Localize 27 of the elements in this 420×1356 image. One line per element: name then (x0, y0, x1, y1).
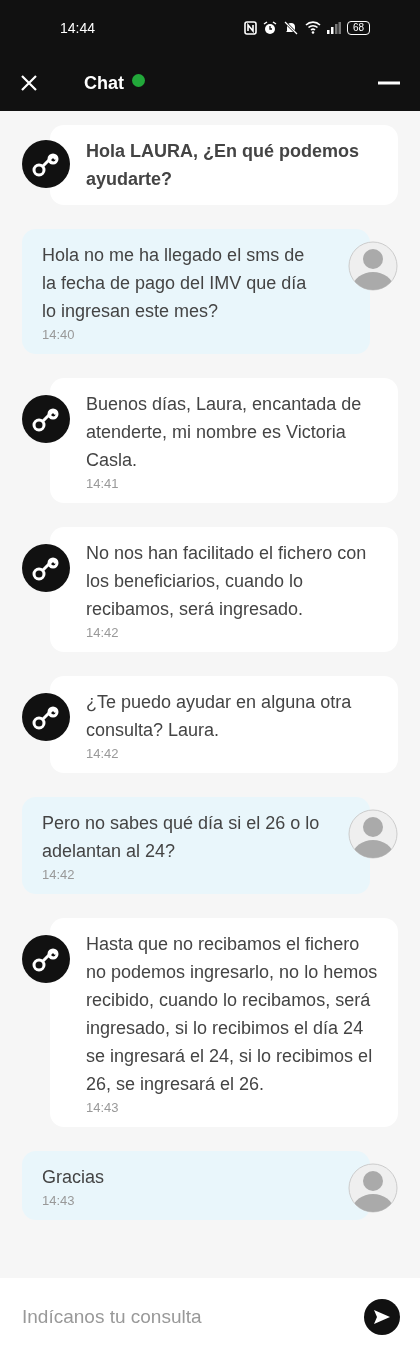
minimize-icon[interactable] (378, 81, 400, 85)
message-text: Hasta que no recibamos el fichero no podemos ingresarlo, no lo hemos recibido, cuando lo recibamos, será ingresado, si lo recibimos el día 24 se ingresará el 24, si lo recibimos el 26, se ingresará el 26. (86, 933, 379, 1096)
message-text: Gracias (42, 1166, 105, 1189)
message-time: 14:40 (42, 327, 76, 342)
message-text: Buenos días, Laura, encantada de atenderte, mi nombre es Victoria Casla. (86, 393, 363, 472)
nfc-icon (243, 20, 257, 35)
wifi-icon (304, 21, 321, 34)
message-time: 14:41 (86, 476, 120, 491)
message-text: Pero no sabes qué día si el 26 o lo adelantan al 24? (42, 812, 320, 863)
message-time: 14:42 (86, 746, 120, 761)
chat-title: Chat (84, 72, 124, 94)
message-time: 14:42 (86, 625, 120, 640)
muted-bell-icon (282, 20, 299, 35)
close-icon[interactable] (20, 74, 38, 92)
battery-level: 68 (346, 20, 370, 35)
message-time: 14:43 (42, 1193, 76, 1208)
message-time: 14:42 (42, 867, 76, 882)
message-text: Hola no me ha llegado el sms de la fecha de pago del IMV que día lo ingresan este mes? (42, 244, 308, 323)
message-text: Hola LAURA, ¿En qué podemos ayudarte? (86, 140, 360, 191)
send-button[interactable] (364, 1299, 400, 1335)
message-time: 14:43 (86, 1100, 120, 1115)
send-icon (373, 1309, 391, 1325)
signal-icon (326, 21, 341, 34)
message-text: No nos han facilitado el fichero con los beneficiarios, cuando lo recibamos, será ingresado. (86, 542, 368, 621)
status-time: 14:44 (60, 19, 96, 36)
message-text: ¿Te puedo ayudar en alguna otra consulta? Laura. (86, 691, 353, 742)
alarm-icon (262, 20, 277, 35)
